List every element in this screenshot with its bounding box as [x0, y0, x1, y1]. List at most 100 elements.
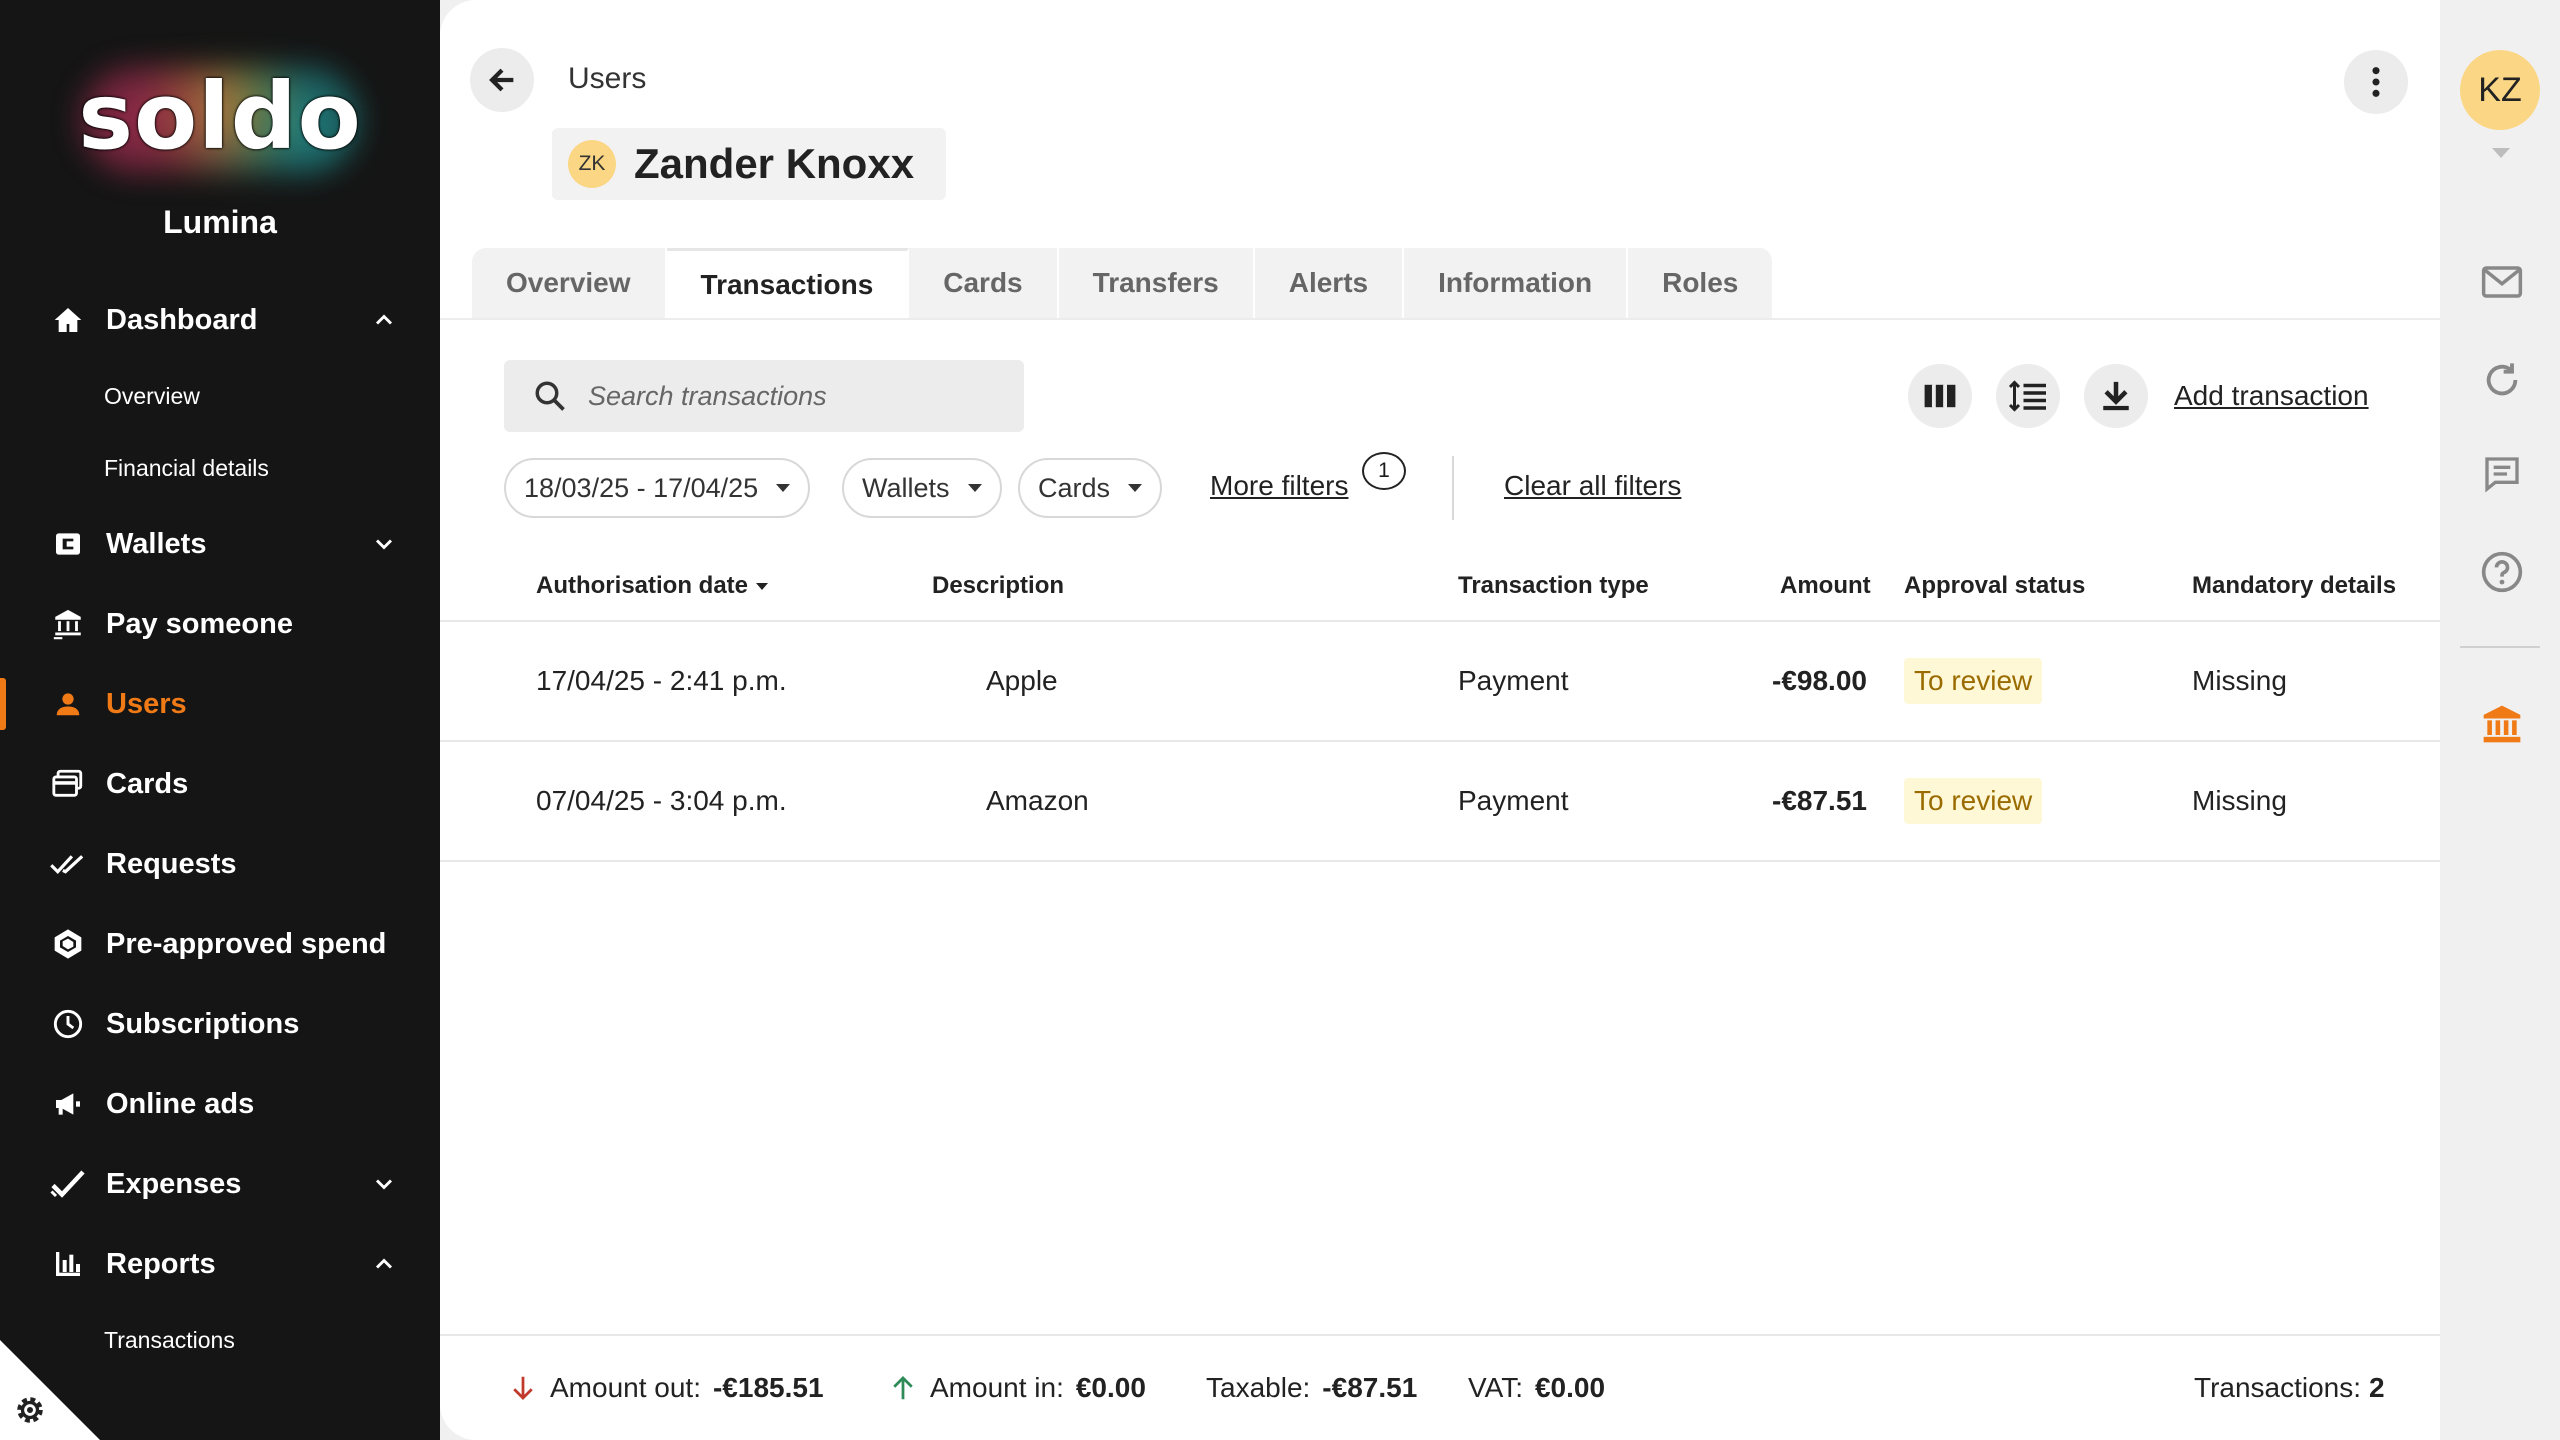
amount-in-label: Amount in: [930, 1372, 1064, 1403]
sidebar-item-label: Users [106, 687, 187, 720]
search-icon [535, 381, 565, 411]
sidebar-item-dashboard[interactable]: Dashboard [0, 280, 440, 360]
back-button[interactable] [470, 48, 534, 112]
cell-mandatory: Missing [2192, 665, 2287, 696]
checkmark-icon [50, 1166, 86, 1202]
sidebar-item-label: Online ads [106, 1087, 255, 1120]
table-row[interactable]: 17/04/25 - 2:41 p.m. Apple Payment -€98.… [440, 622, 2440, 742]
amount-in-summary: Amount in: €0.00 [888, 1372, 1146, 1404]
filter-count-badge: 1 [1362, 452, 1406, 490]
arrow-left-icon [489, 68, 514, 92]
tab-transfers[interactable]: Transfers [1058, 248, 1255, 318]
sidebar-item-requests[interactable]: Requests [0, 824, 440, 904]
gear-icon[interactable] [12, 1392, 48, 1428]
sidebar-item-expenses[interactable]: Expenses [0, 1144, 440, 1224]
sidebar-item-wallets[interactable]: Wallets [0, 504, 440, 584]
sidebar-subitem-transactions[interactable]: Transactions [0, 1304, 440, 1376]
table-row[interactable]: 07/04/25 - 3:04 p.m. Amazon Payment -€87… [440, 742, 2440, 862]
sidebar-item-label: Expenses [106, 1167, 242, 1200]
clock-icon [50, 1006, 86, 1042]
tab-overview[interactable]: Overview [472, 248, 667, 318]
transactions-count-value: 2 [2369, 1372, 2385, 1403]
mail-button[interactable] [2478, 258, 2526, 306]
page-title: Zander Knoxx [634, 140, 915, 187]
user-header: ZK Zander Knoxx [552, 128, 947, 200]
date-range-label: 18/03/25 - 17/04/25 [524, 472, 759, 503]
column-header-amount: Amount [1780, 572, 1871, 599]
soldo-logo[interactable]: soldo [70, 55, 370, 185]
refresh-button[interactable] [2478, 356, 2526, 404]
tab-bar: Overview Transactions Cards Transfers Al… [472, 248, 1775, 318]
sidebar-item-label: Subscriptions [106, 1007, 300, 1040]
vat-summary: VAT: €0.00 [1468, 1372, 1605, 1404]
date-range-filter[interactable]: 18/03/25 - 17/04/25 [504, 458, 811, 518]
columns-button[interactable] [1908, 364, 1972, 428]
breadcrumb[interactable]: Users [568, 62, 646, 96]
sidebar-item-users[interactable]: Users [0, 664, 440, 744]
cards-filter[interactable]: Cards [1018, 458, 1163, 518]
home-icon [50, 302, 86, 338]
column-header-label: Authorisation date [536, 572, 749, 599]
logo-text: soldo [78, 63, 362, 170]
column-header-date[interactable]: Authorisation date [536, 572, 769, 600]
column-header-approval: Approval status [1904, 572, 2086, 599]
chat-button[interactable] [2478, 450, 2526, 498]
filter-divider [1452, 456, 1454, 520]
tab-transactions[interactable]: Transactions [666, 248, 910, 318]
columns-icon [1924, 384, 1956, 408]
transactions-count-label: Transactions: [2194, 1372, 2362, 1403]
taxable-label: Taxable: [1206, 1372, 1311, 1403]
sidebar-subitem-financial-details[interactable]: Financial details [0, 432, 440, 504]
table-header: Authorisation date Description Transacti… [440, 548, 2440, 622]
hexagon-icon [50, 926, 86, 962]
cell-mandatory: Missing [2192, 785, 2287, 816]
cell-type: Payment [1458, 665, 1569, 696]
sidebar-item-label: Wallets [106, 527, 207, 560]
bank-button[interactable] [2478, 700, 2526, 748]
tab-information[interactable]: Information [1404, 248, 1629, 318]
tab-cards[interactable]: Cards [909, 248, 1059, 318]
sidebar-item-label: Pre-approved spend [106, 927, 387, 960]
sidebar: soldo Lumina Dashboard Overview Financia… [0, 0, 440, 1440]
amount-out-value: -€185.51 [712, 1372, 824, 1403]
sidebar-item-online-ads[interactable]: Online ads [0, 1064, 440, 1144]
cell-description: Apple [986, 665, 1058, 696]
chevron-up-icon [375, 1258, 393, 1269]
tab-alerts[interactable]: Alerts [1254, 248, 1405, 318]
cell-amount: -€87.51 [1772, 785, 1867, 816]
sidebar-subitem-overview[interactable]: Overview [0, 360, 440, 432]
sidebar-item-cards[interactable]: Cards [0, 744, 440, 824]
row-density-button[interactable] [1996, 364, 2060, 428]
sidebar-item-pre-approved-spend[interactable]: Pre-approved spend [0, 904, 440, 984]
caret-down-icon[interactable] [2492, 148, 2510, 158]
search-box[interactable] [504, 360, 1024, 432]
column-header-type: Transaction type [1458, 572, 1649, 599]
line-spacing-icon [2008, 380, 2046, 412]
clear-all-filters-link[interactable]: Clear all filters [1504, 470, 1681, 502]
sidebar-item-pay-someone[interactable]: Pay someone [0, 584, 440, 664]
cell-date: 17/04/25 - 2:41 p.m. [536, 665, 787, 696]
help-button[interactable] [2478, 548, 2526, 596]
sidebar-item-reports[interactable]: Reports [0, 1224, 440, 1304]
account-avatar[interactable]: KZ [2460, 50, 2540, 130]
search-input[interactable] [588, 380, 1008, 412]
tab-roles[interactable]: Roles [1628, 248, 1775, 318]
wallets-filter[interactable]: Wallets [842, 458, 1002, 518]
transactions-count-summary: Transactions: 2 [2194, 1372, 2385, 1404]
add-transaction-link[interactable]: Add transaction [2174, 380, 2369, 412]
bar-chart-icon [50, 1246, 86, 1282]
sidebar-item-label: Dashboard [106, 303, 258, 336]
amount-in-value: €0.00 [1075, 1372, 1146, 1403]
refresh-icon [2486, 363, 2518, 396]
bank-transfer-icon [50, 606, 86, 642]
download-button[interactable] [2084, 364, 2148, 428]
cell-amount: -€98.00 [1772, 665, 1867, 696]
more-options-button[interactable] [2344, 50, 2408, 114]
caret-down-icon [1128, 484, 1143, 492]
chat-icon [2485, 457, 2519, 493]
sidebar-item-subscriptions[interactable]: Subscriptions [0, 984, 440, 1064]
cell-date: 07/04/25 - 3:04 p.m. [536, 785, 787, 816]
caret-down-icon [967, 484, 982, 492]
column-header-mandatory: Mandatory details [2192, 572, 2397, 599]
more-filters-link[interactable]: More filters [1210, 470, 1348, 502]
